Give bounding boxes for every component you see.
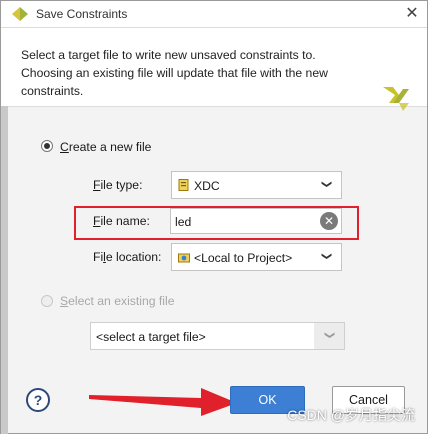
window-title: Save Constraints bbox=[36, 7, 128, 21]
existing-file-placeholder: <select a target file> bbox=[96, 330, 206, 344]
chevron-down-icon[interactable]: ❯ bbox=[321, 252, 332, 262]
project-location-icon bbox=[178, 253, 190, 263]
create-new-file-radio[interactable] bbox=[41, 140, 53, 152]
xdc-file-icon bbox=[178, 179, 189, 191]
window-edge bbox=[1, 106, 8, 434]
xilinx-logo-icon bbox=[383, 87, 409, 111]
file-type-value: XDC bbox=[194, 179, 220, 193]
chevron-down-icon[interactable]: ❯ bbox=[321, 180, 332, 190]
file-location-select[interactable]: <Local to Project> ❯ bbox=[171, 243, 342, 271]
file-type-select[interactable]: XDC ❯ bbox=[171, 171, 342, 199]
save-constraints-dialog: Save Constraints ✕ Select a target file … bbox=[0, 0, 428, 434]
title-bar: Save Constraints ✕ bbox=[1, 1, 427, 28]
close-icon[interactable]: ✕ bbox=[403, 5, 421, 23]
annotation-arrow bbox=[89, 388, 237, 416]
create-new-file-label[interactable]: Create a new file bbox=[60, 140, 151, 154]
existing-file-select[interactable]: <select a target file> ❯ bbox=[90, 322, 345, 350]
annotation-highlight-box bbox=[74, 206, 359, 240]
watermark-text: CSDN @岁月指尖流 bbox=[287, 407, 415, 423]
help-button[interactable]: ? bbox=[26, 388, 50, 412]
file-location-value: <Local to Project> bbox=[194, 251, 293, 265]
select-existing-file-radio[interactable] bbox=[41, 295, 53, 307]
file-location-label: File location: bbox=[93, 250, 162, 264]
dialog-header: Select a target file to write new unsave… bbox=[1, 28, 427, 111]
chevron-down-icon[interactable]: ❯ bbox=[324, 331, 335, 341]
vivado-app-icon bbox=[12, 7, 28, 21]
file-type-label: File type: bbox=[93, 178, 143, 192]
select-existing-file-label[interactable]: Select an existing file bbox=[60, 294, 175, 308]
description-text: Select a target file to write new unsave… bbox=[21, 48, 328, 98]
